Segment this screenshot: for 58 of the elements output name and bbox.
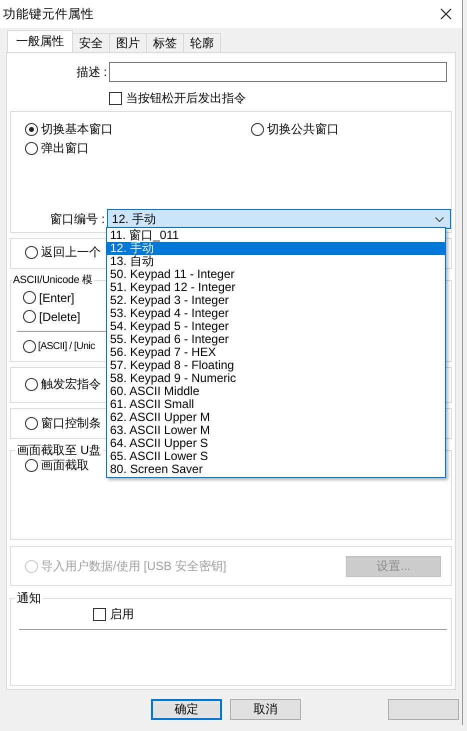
field-label: 描述 :: [75, 64, 108, 80]
list-item[interactable]: 54. Keypad 5 - Integer: [107, 320, 445, 333]
list-item[interactable]: 63. ASCII Lower M: [107, 424, 445, 437]
list-item[interactable]: 51. Keypad 12 - Integer: [107, 281, 445, 294]
list-item[interactable]: 53. Keypad 4 - Integer: [107, 307, 445, 320]
radio-button[interactable]: [25, 417, 38, 430]
radio-label: 触发宏指令: [41, 376, 101, 393]
dropdown[interactable]: 12. 手动: [106, 209, 451, 229]
group-title: 通知: [16, 592, 42, 604]
radio-label: 返回上一个: [41, 244, 101, 261]
radio-label: 弹出窗口: [41, 140, 89, 157]
tab[interactable]: 轮廓: [183, 33, 221, 52]
radio-button[interactable]: [23, 291, 36, 304]
close-icon[interactable]: [440, 8, 452, 20]
list-item[interactable]: 52. Keypad 3 - Integer: [107, 294, 445, 307]
radio-button[interactable]: [251, 123, 264, 136]
list-item[interactable]: 58. Keypad 9 - Numeric: [107, 372, 445, 385]
list-item[interactable]: 12. 手动: [107, 242, 445, 255]
radio-label: 窗口控制条: [41, 415, 101, 432]
list-item[interactable]: 61. ASCII Small: [107, 398, 445, 411]
list-item[interactable]: 13. 自动: [107, 255, 445, 268]
radio-button[interactable]: [25, 142, 38, 155]
button[interactable]: 确定: [151, 699, 222, 720]
radio-label: [Delete]: [39, 310, 80, 324]
radio-label: 导入用户数据/使用 [USB 安全密钥]: [41, 558, 226, 575]
radio-label: 切换基本窗口: [41, 121, 113, 138]
list-item[interactable]: 56. Keypad 7 - HEX: [107, 346, 445, 359]
tab[interactable]: 一般属性: [7, 30, 73, 52]
radio-label: 画面截取: [41, 457, 89, 474]
radio-button[interactable]: [23, 340, 36, 353]
radio-button[interactable]: [25, 246, 38, 259]
radio-label: 切换公共窗口: [267, 121, 339, 138]
radio-label: [ASCII] / [Unic: [38, 341, 95, 352]
radio-label: [Enter]: [39, 290, 74, 304]
list-item[interactable]: 57. Keypad 8 - Floating: [107, 359, 445, 372]
button[interactable]: 取消: [230, 699, 301, 720]
input-field[interactable]: [109, 62, 447, 82]
window-title: 功能键元件属性: [3, 6, 94, 22]
list-item[interactable]: 64. ASCII Upper S: [107, 437, 445, 450]
list-item[interactable]: 62. ASCII Upper M: [107, 411, 445, 424]
radio-button[interactable]: [23, 310, 36, 323]
group-title: ASCII/Unicode 模: [12, 274, 94, 286]
list-item[interactable]: 55. Keypad 6 - Integer: [107, 333, 445, 346]
group-title: 画面截取至 U盘: [16, 444, 102, 456]
chevron-down-icon: [435, 216, 444, 222]
list-item[interactable]: 65. ASCII Lower S: [107, 450, 445, 463]
checkbox[interactable]: 当按钮松开后发出指令: [109, 90, 246, 107]
radio-button[interactable]: [25, 123, 38, 136]
checkbox[interactable]: 启用: [93, 606, 134, 622]
list-item[interactable]: 60. ASCII Middle: [107, 385, 445, 398]
field-label: 窗口编号 :: [49, 210, 106, 228]
radio-button[interactable]: [25, 459, 38, 472]
tab[interactable]: 安全: [72, 33, 110, 52]
radio-button[interactable]: [25, 378, 38, 391]
tab[interactable]: 标签: [146, 33, 184, 52]
list-item[interactable]: 11. 窗口_011: [107, 229, 445, 242]
list-item[interactable]: 50. Keypad 11 - Integer: [107, 268, 445, 281]
list-item[interactable]: 80. Screen Saver: [107, 463, 445, 476]
